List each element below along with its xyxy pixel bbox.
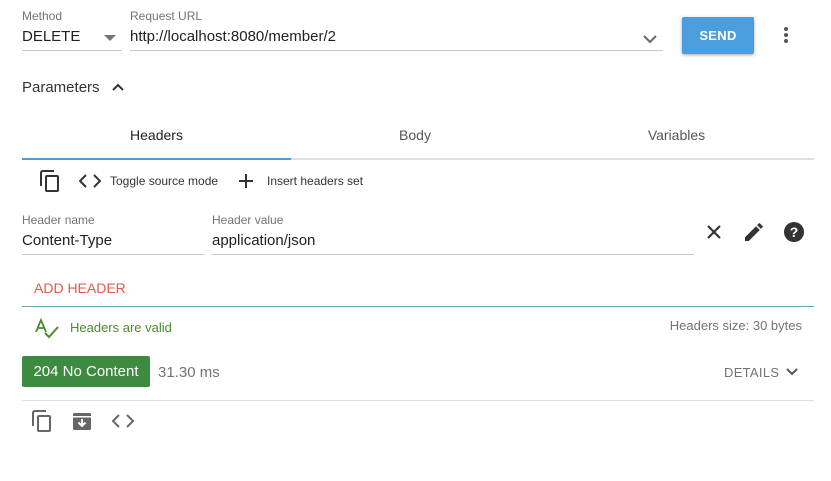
- header-name-label: Header name: [22, 213, 95, 227]
- method-dropdown-icon: [104, 35, 116, 42]
- close-icon[interactable]: [703, 221, 725, 243]
- tab-body[interactable]: Body: [291, 116, 539, 154]
- parameters-toggle[interactable]: Parameters: [22, 76, 124, 98]
- header-value-input[interactable]: application/json: [212, 230, 694, 254]
- method-label: Method: [22, 9, 63, 23]
- insert-headers-set-label: Insert headers set: [267, 174, 364, 188]
- response-time: 31.30 ms: [158, 364, 220, 381]
- header-value-label: Header value: [212, 213, 284, 227]
- add-header-divider: [22, 306, 814, 307]
- header-name-input[interactable]: Content-Type: [22, 230, 204, 254]
- chevron-up-icon: [111, 83, 124, 91]
- toggle-source-mode-label: Toggle source mode: [110, 174, 219, 188]
- header-value-underline: [212, 254, 694, 255]
- active-tab-indicator: [22, 158, 291, 160]
- header-value-value: application/json: [212, 232, 316, 249]
- status-badge: 204 No Content: [22, 356, 150, 387]
- chevron-down-icon: [786, 368, 799, 376]
- save-archive-icon[interactable]: [71, 410, 93, 432]
- plus-icon: [238, 173, 254, 189]
- insert-headers-set-button[interactable]: Insert headers set: [238, 170, 363, 192]
- help-icon[interactable]: ?: [782, 220, 806, 244]
- code-icon: [79, 174, 101, 188]
- url-value: http://localhost:8080/member/2: [130, 28, 336, 45]
- response-copy-icon[interactable]: [30, 408, 54, 434]
- url-input[interactable]: http://localhost:8080/member/2: [130, 26, 663, 51]
- details-toggle[interactable]: DETAILS: [724, 364, 799, 380]
- add-header-button[interactable]: ADD HEADER: [34, 280, 126, 296]
- parameters-title: Parameters: [22, 78, 100, 96]
- tab-variables[interactable]: Variables: [539, 116, 814, 154]
- response-code-icon[interactable]: [111, 412, 135, 430]
- svg-text:?: ?: [790, 224, 799, 240]
- url-label: Request URL: [130, 9, 203, 23]
- spellcheck-icon: [34, 318, 60, 340]
- url-history-chevron-icon[interactable]: [640, 29, 660, 49]
- headers-size-text: Headers size: 30 bytes: [669, 318, 802, 333]
- url-underline: [130, 50, 663, 51]
- response-divider: [22, 400, 814, 401]
- method-value: DELETE: [22, 28, 81, 45]
- edit-icon[interactable]: [743, 221, 765, 243]
- validation-message: Headers are valid: [70, 320, 172, 335]
- tab-headers[interactable]: Headers: [22, 116, 291, 154]
- method-select[interactable]: DELETE: [22, 26, 122, 51]
- header-name-value: Content-Type: [22, 232, 113, 249]
- send-button[interactable]: SEND: [682, 17, 754, 54]
- toggle-source-mode-button[interactable]: Toggle source mode: [79, 170, 218, 192]
- details-label: DETAILS: [724, 364, 780, 380]
- header-name-underline: [22, 254, 204, 255]
- method-underline: [22, 50, 122, 51]
- copy-icon[interactable]: [37, 168, 63, 194]
- more-options-icon[interactable]: [776, 24, 796, 46]
